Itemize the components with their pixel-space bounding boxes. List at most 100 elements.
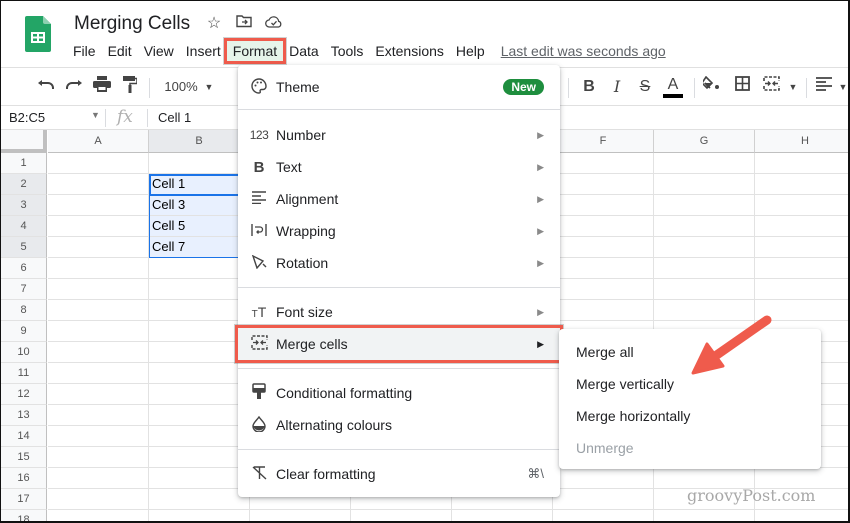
cell-a12[interactable]: [48, 384, 149, 405]
cell-h7[interactable]: [755, 279, 848, 300]
cell-b15[interactable]: [149, 447, 250, 468]
cell-a5[interactable]: [48, 237, 149, 258]
cell-h1[interactable]: [755, 153, 848, 174]
cell-h4[interactable]: [755, 216, 848, 237]
cell-b13[interactable]: [149, 405, 250, 426]
menu-format[interactable]: Format: [223, 38, 287, 64]
cell-g1[interactable]: [654, 153, 755, 174]
menu-data[interactable]: Data: [283, 41, 325, 61]
cell-a18[interactable]: [48, 510, 149, 521]
zoom-select[interactable]: 100%: [161, 76, 201, 98]
text-color-button[interactable]: A: [663, 76, 683, 98]
cell-a4[interactable]: [48, 216, 149, 237]
cell-b1[interactable]: [149, 153, 250, 174]
cell-f1[interactable]: [553, 153, 654, 174]
cell-g3[interactable]: [654, 195, 755, 216]
row-header-10[interactable]: 10: [1, 342, 47, 363]
select-all-corner[interactable]: [1, 130, 47, 153]
star-icon[interactable]: ☆: [204, 14, 224, 34]
row-header-17[interactable]: 17: [1, 489, 47, 510]
cell-b7[interactable]: [149, 279, 250, 300]
cell-b2[interactable]: Cell 1: [149, 174, 250, 195]
cell-b16[interactable]: [149, 468, 250, 489]
cell-a14[interactable]: [48, 426, 149, 447]
cell-c18[interactable]: [250, 510, 351, 521]
menu-file[interactable]: File: [67, 41, 102, 61]
zoom-dropdown-icon[interactable]: ▼: [203, 76, 215, 98]
column-header-h[interactable]: H: [755, 130, 848, 153]
cell-h6[interactable]: [755, 258, 848, 279]
align-left-icon[interactable]: [815, 76, 833, 98]
undo-icon[interactable]: [35, 76, 57, 98]
merge-cells-icon[interactable]: [761, 76, 781, 98]
row-header-3[interactable]: 3: [1, 195, 47, 216]
cell-a7[interactable]: [48, 279, 149, 300]
cell-g4[interactable]: [654, 216, 755, 237]
cell-f8[interactable]: [553, 300, 654, 321]
cell-h18[interactable]: [755, 510, 848, 521]
name-box[interactable]: B2:C5: [9, 110, 45, 125]
cell-b17[interactable]: [149, 489, 250, 510]
cell-g6[interactable]: [654, 258, 755, 279]
row-header-16[interactable]: 16: [1, 468, 47, 489]
menu-item-clear-formatting[interactable]: Clear formatting ⌘\: [238, 458, 560, 490]
cloud-saved-icon[interactable]: [264, 14, 284, 34]
cell-g7[interactable]: [654, 279, 755, 300]
cell-b11[interactable]: [149, 363, 250, 384]
menu-item-text[interactable]: B Text ▶: [238, 151, 560, 183]
document-title[interactable]: Merging Cells: [74, 13, 190, 35]
menu-item-alternating-colours[interactable]: Alternating colours: [238, 409, 560, 441]
cell-b14[interactable]: [149, 426, 250, 447]
row-header-12[interactable]: 12: [1, 384, 47, 405]
column-header-b[interactable]: B: [149, 130, 250, 153]
row-header-9[interactable]: 9: [1, 321, 47, 342]
row-header-15[interactable]: 15: [1, 447, 47, 468]
menu-tools[interactable]: Tools: [325, 41, 370, 61]
last-edit-link[interactable]: Last edit was seconds ago: [501, 43, 666, 59]
cell-a6[interactable]: [48, 258, 149, 279]
cell-a9[interactable]: [48, 321, 149, 342]
row-header-7[interactable]: 7: [1, 279, 47, 300]
row-header-2[interactable]: 2: [1, 174, 47, 195]
paint-format-icon[interactable]: [119, 76, 141, 98]
cell-f3[interactable]: [553, 195, 654, 216]
italic-button[interactable]: I: [609, 76, 625, 98]
menu-view[interactable]: View: [138, 41, 180, 61]
row-header-13[interactable]: 13: [1, 405, 47, 426]
bold-button[interactable]: B: [581, 76, 597, 98]
cell-h3[interactable]: [755, 195, 848, 216]
move-to-folder-icon[interactable]: [234, 14, 254, 34]
cell-b6[interactable]: [149, 258, 250, 279]
cell-b5[interactable]: Cell 7: [149, 237, 250, 258]
fill-color-icon[interactable]: [700, 75, 721, 98]
cell-g2[interactable]: [654, 174, 755, 195]
column-header-a[interactable]: A: [48, 130, 149, 153]
cell-g5[interactable]: [654, 237, 755, 258]
menu-item-alignment[interactable]: Alignment ▶: [238, 183, 560, 215]
menu-insert[interactable]: Insert: [180, 41, 227, 61]
cell-g18[interactable]: [654, 510, 755, 521]
cell-a8[interactable]: [48, 300, 149, 321]
row-header-8[interactable]: 8: [1, 300, 47, 321]
strikethrough-button[interactable]: S: [637, 76, 653, 98]
cell-f17[interactable]: [553, 489, 654, 510]
cell-a16[interactable]: [48, 468, 149, 489]
cell-f7[interactable]: [553, 279, 654, 300]
cell-f5[interactable]: [553, 237, 654, 258]
cell-a11[interactable]: [48, 363, 149, 384]
row-header-1[interactable]: 1: [1, 153, 47, 174]
merge-dropdown-icon[interactable]: ▼: [787, 76, 799, 98]
cell-b10[interactable]: [149, 342, 250, 363]
menu-item-merge-cells[interactable]: Merge cells ▶: [235, 325, 563, 363]
cell-e18[interactable]: [452, 510, 553, 521]
cell-b9[interactable]: [149, 321, 250, 342]
menu-item-rotation[interactable]: Rotation ▶: [238, 247, 560, 279]
cell-a1[interactable]: [48, 153, 149, 174]
menu-edit[interactable]: Edit: [102, 41, 138, 61]
cell-f2[interactable]: [553, 174, 654, 195]
cell-a2[interactable]: [48, 174, 149, 195]
cell-d18[interactable]: [351, 510, 452, 521]
menu-item-wrapping[interactable]: Wrapping ▶: [238, 215, 560, 247]
align-dropdown-icon[interactable]: ▼: [837, 76, 848, 98]
menu-help[interactable]: Help: [450, 41, 491, 61]
